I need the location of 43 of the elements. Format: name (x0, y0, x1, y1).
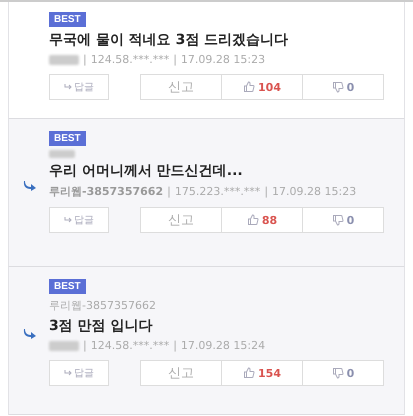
comment-date: 17.09.28 15:23 (180, 53, 266, 66)
reply-arrow-icon (64, 84, 72, 90)
dislike-button[interactable]: 0 (302, 207, 384, 233)
reply-arrow-icon (64, 370, 72, 376)
ip-address: 175.223.***.*** (174, 185, 260, 198)
separator: | (264, 185, 268, 198)
best-badge: BEST (49, 279, 86, 294)
separator: | (167, 185, 171, 198)
thumbs-down-icon (332, 367, 344, 379)
reply-arrow-icon (64, 217, 72, 223)
reply-button[interactable]: 답글 (49, 207, 109, 233)
mention-name: 루리웹-3857357662 (49, 298, 156, 313)
ip-address: 124.58.***.*** (90, 339, 170, 352)
separator: | (83, 339, 87, 352)
separator: | (173, 53, 177, 66)
thumbs-up-icon (246, 214, 259, 226)
comment-date: 17.09.28 15:24 (180, 339, 266, 352)
thumbs-down-icon (332, 81, 344, 93)
thumbs-up-icon (243, 81, 256, 93)
comment-text: 무국에 물이 적네요 3점 드리겠습니다 (49, 31, 288, 49)
like-button[interactable]: 104 (221, 74, 303, 100)
author-name: 루리웹-3857357662 (49, 184, 164, 199)
separator: | (173, 339, 177, 352)
comment-text: 3점 만점 입니다 (49, 317, 152, 335)
like-button[interactable]: 154 (221, 360, 303, 386)
reply-arrow-icon (23, 329, 37, 339)
ip-address: 124.58.***.*** (90, 53, 170, 66)
reply-button[interactable]: 답글 (49, 360, 109, 386)
dislike-button[interactable]: 0 (302, 74, 384, 100)
report-button[interactable]: 신고 (140, 360, 222, 386)
reply-arrow-icon (23, 181, 37, 191)
report-button[interactable]: 신고 (140, 207, 222, 233)
comment-date: 17.09.28 15:23 (272, 185, 356, 198)
like-button[interactable]: 88 (221, 207, 303, 233)
thumbs-up-icon (243, 367, 256, 379)
best-badge: BEST (49, 131, 86, 146)
thumbs-down-icon (332, 214, 344, 226)
best-badge: BEST (49, 12, 86, 27)
comment-text: 우리 어머니께서 만드신건데... (49, 162, 243, 180)
reply-button[interactable]: 답글 (49, 74, 109, 100)
report-button[interactable]: 신고 (140, 74, 222, 100)
dislike-button[interactable]: 0 (302, 360, 384, 386)
separator: | (83, 53, 87, 66)
